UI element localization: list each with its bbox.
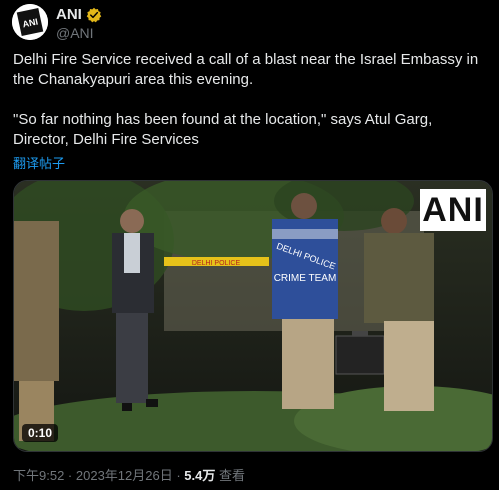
verified-badge-icon <box>86 7 102 22</box>
tweet-paragraph-1: Delhi Fire Service received a call of a … <box>13 51 479 88</box>
tweet-header: ANI ANI @ANI <box>12 4 482 44</box>
account-handle[interactable]: @ANI <box>56 25 94 41</box>
jacket-text-2: CRIME TEAM <box>274 273 337 284</box>
view-label: 查看 <box>215 468 245 483</box>
tweet-meta: 下午9:52 · 2023年12月26日 · 5.4万 查看 <box>13 465 245 484</box>
tweet-paragraph-2: "So far nothing has been found at the lo… <box>13 111 433 148</box>
avatar[interactable]: ANI <box>12 4 48 40</box>
tweet-time[interactable]: 下午9:52 <box>13 468 64 483</box>
ani-watermark: ANI <box>420 189 486 231</box>
police-tape-text: DELHI POLICE <box>192 260 241 267</box>
account-name[interactable]: ANI <box>56 6 82 23</box>
translate-post-link[interactable]: 翻译帖子 <box>13 153 65 172</box>
tweet-date[interactable]: 2023年12月26日 <box>76 468 173 483</box>
tweet-text: Delhi Fire Service received a call of a … <box>13 50 491 150</box>
video-duration: 0:10 <box>22 424 59 442</box>
meta-separator: · <box>64 468 76 483</box>
meta-separator: · <box>172 468 185 483</box>
view-count: 5.4万 <box>184 468 216 483</box>
name-row: ANI <box>56 6 102 23</box>
ani-logo-icon: ANI <box>12 4 48 40</box>
video-player[interactable]: DELHI POLICE DELHI POLICE CRIME TEAM ANI… <box>13 180 493 452</box>
